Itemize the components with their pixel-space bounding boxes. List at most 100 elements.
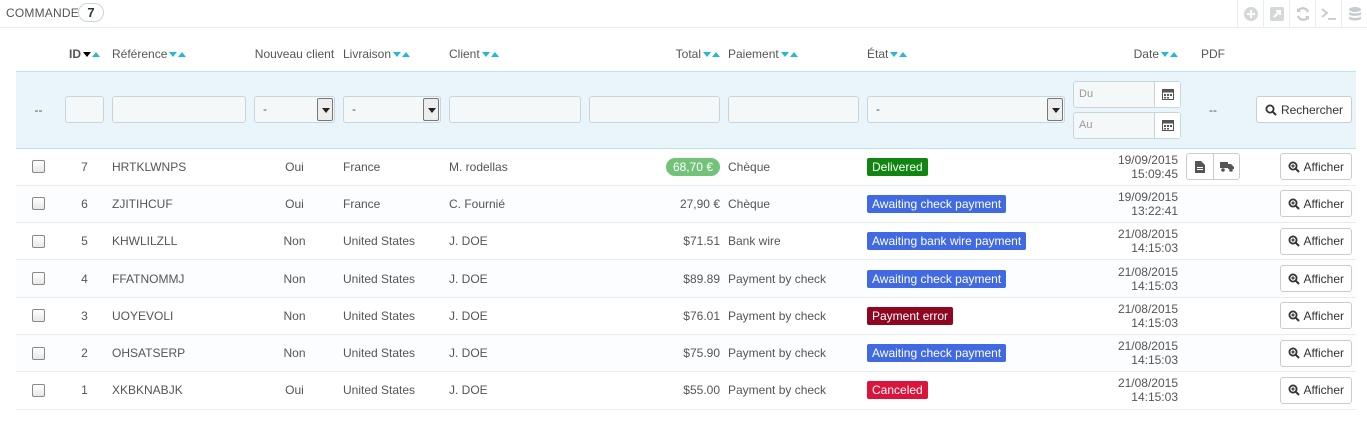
col-state[interactable]: État bbox=[863, 37, 1069, 71]
date-from-field[interactable]: Du bbox=[1073, 80, 1181, 108]
order-total: 68,70 € bbox=[665, 157, 720, 176]
sort-arrows[interactable] bbox=[169, 47, 187, 61]
table-row[interactable]: 7 HRTKLWNPS Oui France M. rodellas 68,70… bbox=[16, 148, 1356, 186]
col-id[interactable]: ID bbox=[61, 37, 108, 71]
order-client: J. DOE bbox=[445, 371, 585, 410]
view-label: Afficher bbox=[1303, 383, 1344, 398]
table-row[interactable]: 1 XKBKNABJK Oui United States J. DOE $55… bbox=[16, 371, 1356, 410]
order-total: $76.01 bbox=[683, 308, 720, 323]
panel-heading: COMMANDES 7 bbox=[0, 0, 1367, 28]
order-client: C. Fournié bbox=[445, 185, 585, 224]
table-row[interactable]: 5 KHWLILZLL Non United States J. DOE $71… bbox=[16, 222, 1356, 261]
view-order-button[interactable]: Afficher bbox=[1279, 339, 1352, 367]
order-client: J. DOE bbox=[445, 222, 585, 261]
date-to-field[interactable]: Au bbox=[1073, 111, 1181, 139]
view-label: Afficher bbox=[1303, 346, 1344, 361]
sort-arrows[interactable] bbox=[393, 47, 411, 61]
status-badge: Awaiting check payment bbox=[867, 344, 1007, 363]
payment-filter-input[interactable] bbox=[728, 96, 859, 123]
order-new-client: Non bbox=[250, 222, 339, 261]
table-row[interactable]: 3 UOYEVOLI Non United States J. DOE $76.… bbox=[16, 297, 1356, 335]
col-client[interactable]: Client bbox=[445, 37, 585, 71]
date-to-input[interactable]: Au bbox=[1074, 113, 1154, 138]
sql-manager-button[interactable] bbox=[1315, 0, 1341, 28]
order-delivery: France bbox=[339, 185, 445, 224]
sort-arrows[interactable] bbox=[780, 47, 798, 61]
order-payment: Bank wire bbox=[724, 222, 863, 261]
refresh-button[interactable] bbox=[1289, 0, 1315, 28]
view-order-button[interactable]: Afficher bbox=[1279, 376, 1352, 404]
col-reference[interactable]: Référence bbox=[108, 37, 250, 71]
date-from-input[interactable]: Du bbox=[1074, 82, 1154, 107]
invoice-icon[interactable] bbox=[1187, 154, 1213, 179]
search-button[interactable]: Rechercher bbox=[1255, 96, 1352, 123]
row-checkbox[interactable] bbox=[32, 197, 45, 211]
order-client: M. rodellas bbox=[445, 148, 585, 186]
state-filter-select[interactable]: - bbox=[867, 96, 1065, 123]
order-date: 21/08/2015 bbox=[1117, 339, 1178, 354]
add-icon bbox=[1243, 7, 1258, 21]
toolbar bbox=[1237, 0, 1367, 28]
order-payment: Chèque bbox=[724, 148, 863, 186]
view-order-button[interactable]: Afficher bbox=[1279, 302, 1352, 330]
order-reference: ZJITIHCUF bbox=[108, 185, 250, 224]
id-filter-input[interactable] bbox=[65, 96, 104, 123]
col-delivery[interactable]: Livraison bbox=[339, 37, 445, 71]
order-id: 6 bbox=[61, 185, 108, 224]
row-checkbox[interactable] bbox=[32, 309, 45, 323]
view-order-button[interactable]: Afficher bbox=[1279, 153, 1352, 181]
calendar-icon[interactable] bbox=[1154, 81, 1180, 107]
delivery-filter-select[interactable]: - bbox=[343, 96, 441, 123]
order-time: 13:22:41 bbox=[1131, 203, 1178, 218]
order-id: 2 bbox=[61, 334, 108, 373]
sort-arrows[interactable] bbox=[1161, 47, 1178, 61]
sort-arrows[interactable] bbox=[481, 47, 499, 61]
col-date[interactable]: Date bbox=[1069, 37, 1182, 71]
order-client: J. DOE bbox=[445, 334, 585, 373]
panel-title: COMMANDES bbox=[6, 6, 88, 20]
row-checkbox[interactable] bbox=[32, 346, 45, 360]
row-checkbox[interactable] bbox=[32, 383, 45, 397]
col-total[interactable]: Total bbox=[585, 37, 724, 71]
order-delivery: France bbox=[339, 148, 445, 186]
sort-arrows[interactable] bbox=[703, 47, 720, 61]
order-total: $89.89 bbox=[683, 271, 720, 286]
total-filter-input[interactable] bbox=[589, 96, 720, 123]
order-total: 27,90 € bbox=[679, 196, 720, 211]
order-reference: FFATNOMMJ bbox=[108, 259, 250, 298]
table-row[interactable]: 6 ZJITIHCUF Oui France C. Fournié 27,90 … bbox=[16, 185, 1356, 224]
filter-row: -- - - - Du Au -- Rechercher bbox=[16, 70, 1356, 149]
row-checkbox[interactable] bbox=[32, 160, 45, 174]
order-date: 21/08/2015 bbox=[1117, 227, 1178, 242]
zoom-in-icon bbox=[1288, 384, 1300, 397]
order-payment: Payment by check bbox=[724, 334, 863, 373]
col-payment[interactable]: Paiement bbox=[724, 37, 863, 71]
table-row[interactable]: 4 FFATNOMMJ Non United States J. DOE $89… bbox=[16, 259, 1356, 298]
export-button[interactable] bbox=[1263, 0, 1289, 28]
add-button[interactable] bbox=[1237, 0, 1263, 28]
order-id: 1 bbox=[61, 371, 108, 410]
order-time: 14:15:03 bbox=[1131, 353, 1178, 368]
order-date: 21/08/2015 bbox=[1117, 264, 1178, 279]
order-date: 21/08/2015 bbox=[1117, 301, 1178, 316]
view-order-button[interactable]: Afficher bbox=[1279, 190, 1352, 218]
new-client-filter-select[interactable]: - bbox=[254, 96, 335, 123]
zoom-in-icon bbox=[1288, 273, 1300, 285]
calendar-icon[interactable] bbox=[1154, 112, 1180, 138]
table-row[interactable]: 2 OHSATSERP Non United States J. DOE $75… bbox=[16, 334, 1356, 373]
order-client: J. DOE bbox=[445, 297, 585, 335]
row-checkbox[interactable] bbox=[32, 234, 45, 248]
status-badge: Awaiting check payment bbox=[867, 194, 1007, 213]
truck-icon[interactable] bbox=[1213, 154, 1239, 180]
client-filter-input[interactable] bbox=[449, 96, 581, 123]
sort-arrows[interactable] bbox=[890, 47, 908, 61]
sort-arrows[interactable] bbox=[83, 47, 100, 61]
database-button[interactable] bbox=[1341, 0, 1367, 28]
pdf-filter: -- bbox=[1182, 70, 1244, 149]
database-icon bbox=[1348, 7, 1361, 21]
view-order-button[interactable]: Afficher bbox=[1279, 265, 1352, 293]
view-label: Afficher bbox=[1303, 234, 1344, 249]
view-order-button[interactable]: Afficher bbox=[1279, 227, 1352, 255]
reference-filter-input[interactable] bbox=[112, 96, 246, 123]
row-checkbox[interactable] bbox=[32, 272, 45, 286]
